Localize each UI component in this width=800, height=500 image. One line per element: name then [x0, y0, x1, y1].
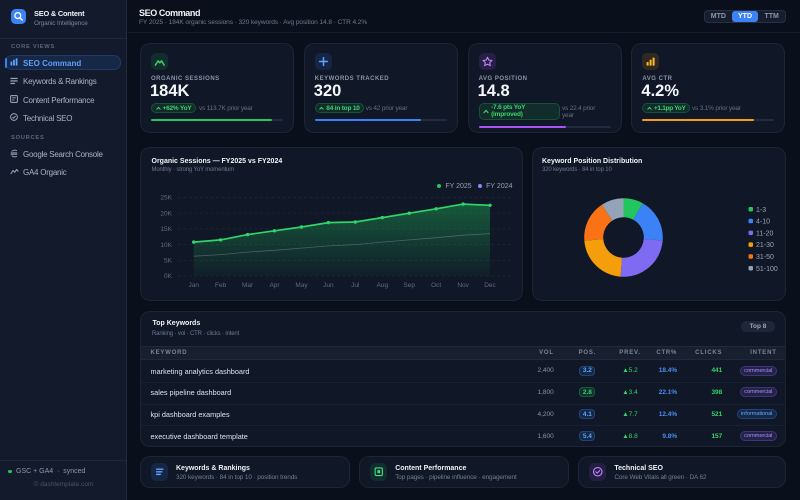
- svg-text:15K: 15K: [160, 226, 172, 233]
- svg-text:Jul: Jul: [351, 282, 360, 289]
- svg-text:1-3: 1-3: [756, 207, 766, 214]
- svg-text:25K: 25K: [160, 195, 172, 202]
- svg-text:10K: 10K: [160, 242, 172, 249]
- svg-text:Apr: Apr: [269, 282, 280, 289]
- svg-text:20K: 20K: [160, 210, 172, 217]
- svg-text:Jan: Jan: [188, 282, 199, 289]
- svg-text:Mar: Mar: [242, 282, 254, 289]
- svg-text:21-30: 21-30: [756, 242, 774, 249]
- svg-text:31-50: 31-50: [756, 254, 774, 261]
- svg-text:0K: 0K: [164, 273, 173, 280]
- svg-text:5K: 5K: [164, 258, 173, 265]
- svg-text:Sep: Sep: [403, 282, 415, 289]
- svg-text:Dec: Dec: [484, 282, 496, 289]
- svg-text:Feb: Feb: [215, 282, 227, 289]
- svg-text:11-20: 11-20: [756, 230, 773, 237]
- svg-text:4-10: 4-10: [756, 219, 770, 226]
- svg-text:Jun: Jun: [323, 282, 334, 289]
- svg-text:May: May: [295, 282, 308, 289]
- svg-text:Oct: Oct: [431, 282, 441, 289]
- svg-text:Nov: Nov: [457, 282, 469, 289]
- svg-text:Aug: Aug: [377, 282, 389, 289]
- svg-text:51-100: 51-100: [756, 266, 778, 273]
